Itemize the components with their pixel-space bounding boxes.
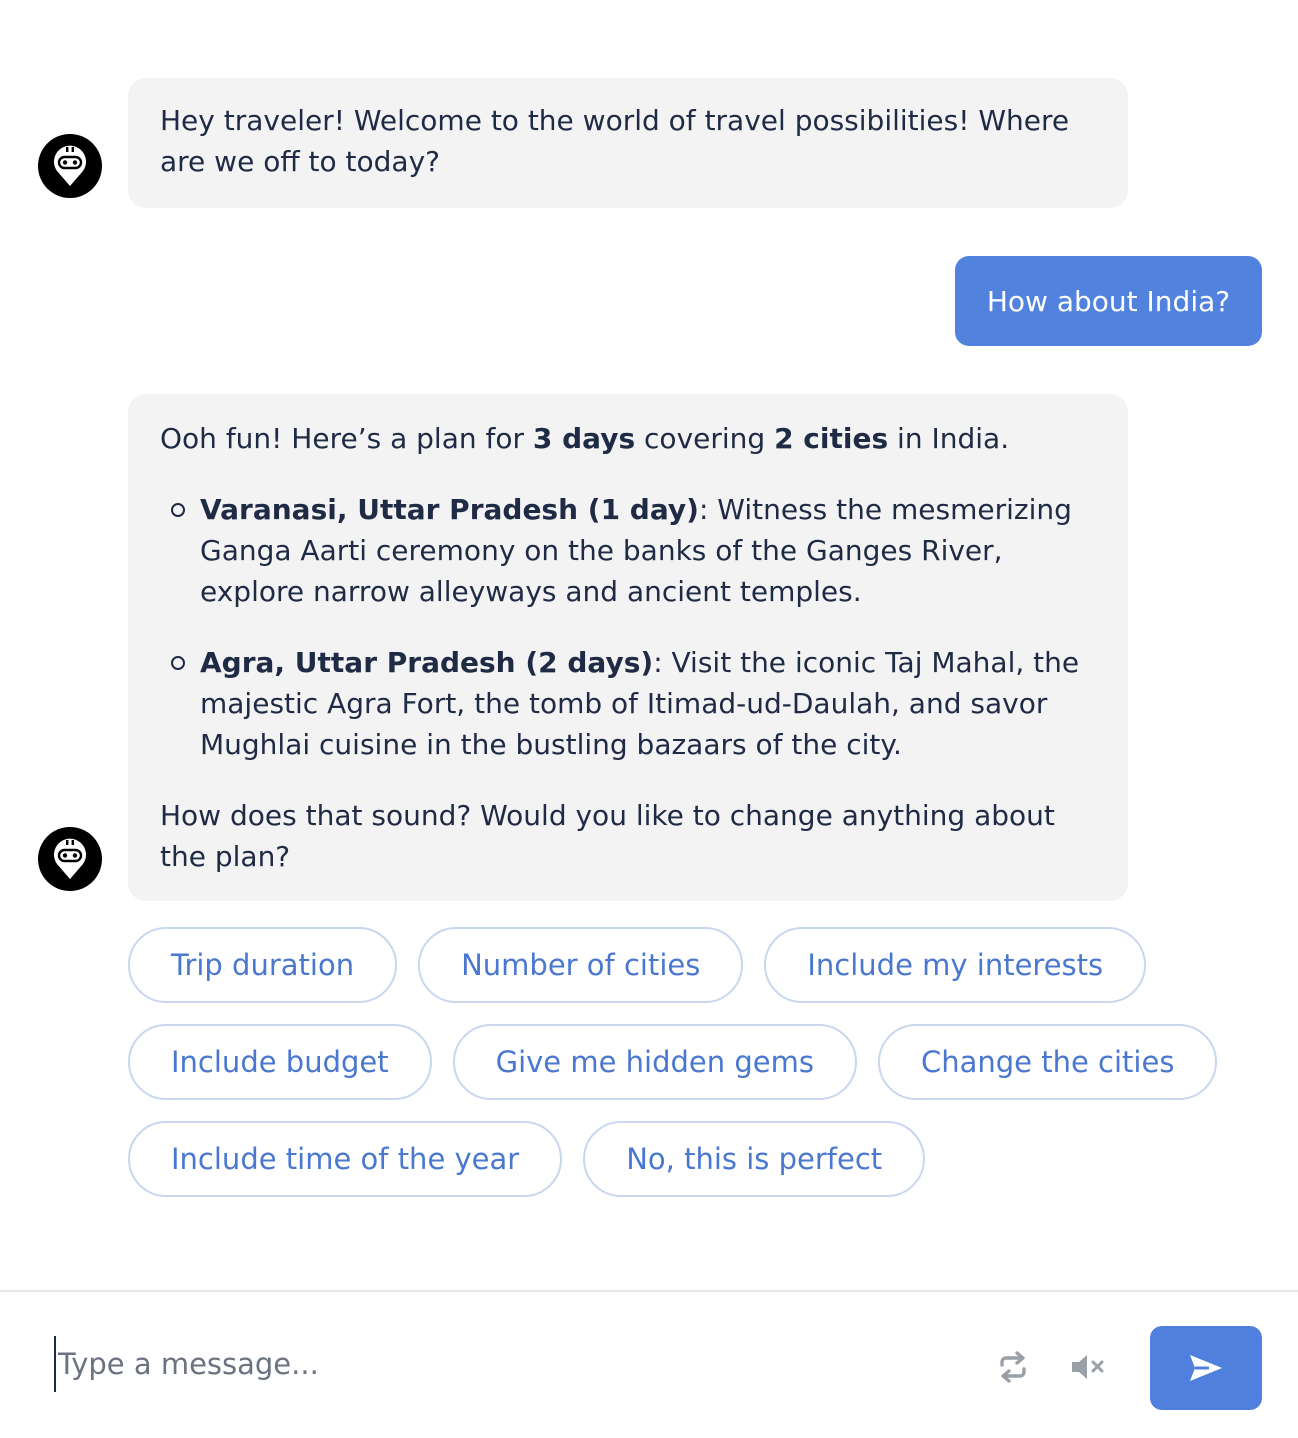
list-bullet: [171, 656, 185, 670]
plan-cities: 2 cities: [774, 422, 889, 455]
chip-change-cities[interactable]: Change the cities: [877, 1024, 1218, 1100]
chat-transcript: Hey traveler! Welcome to the world of tr…: [0, 0, 1298, 1290]
bot-avatar: [38, 134, 102, 198]
mute-icon: [1072, 1355, 1104, 1379]
refresh-button[interactable]: [991, 1345, 1035, 1389]
chip-row: Trip duration Number of cities Include m…: [128, 927, 1188, 1003]
plan-closing: How does that sound? Would you like to c…: [160, 799, 1055, 873]
greeting-text: Hey traveler! Welcome to the world of tr…: [160, 104, 1070, 178]
bot-message-greeting: Hey traveler! Welcome to the world of tr…: [128, 78, 1128, 208]
plan-item-title: Agra, Uttar Pradesh (2 days): [200, 646, 654, 679]
chip-trip-duration[interactable]: Trip duration: [128, 927, 398, 1003]
user-message: How about India?: [955, 256, 1262, 346]
chip-row: Include budget Give me hidden gems Chang…: [128, 1024, 1218, 1100]
robot-pin-icon: [54, 838, 86, 879]
send-button[interactable]: [1150, 1326, 1262, 1410]
robot-pin-icon: [54, 145, 86, 186]
chip-include-budget[interactable]: Include budget: [128, 1024, 432, 1100]
mute-button[interactable]: [1066, 1345, 1110, 1389]
suggestion-chips: Trip duration Number of cities Include m…: [128, 927, 1218, 1218]
plan-list: Varanasi, Uttar Pradesh (1 day): Witness…: [160, 489, 1096, 765]
message-input[interactable]: [54, 1336, 938, 1392]
bot-message-plan: Ooh fun! Here’s a plan for 3 days coveri…: [128, 394, 1128, 901]
chip-hidden-gems[interactable]: Give me hidden gems: [452, 1024, 857, 1100]
chip-time-of-year[interactable]: Include time of the year: [128, 1121, 563, 1197]
plan-intro: Ooh fun! Here’s a plan for 3 days coveri…: [160, 422, 1010, 455]
chip-number-of-cities[interactable]: Number of cities: [418, 927, 744, 1003]
bot-avatar: [38, 827, 102, 891]
user-message-text: How about India?: [986, 284, 1231, 318]
plan-item-title: Varanasi, Uttar Pradesh (1 day): [200, 493, 699, 526]
message-composer: [0, 1290, 1298, 1438]
list-bullet: [171, 503, 185, 517]
refresh-icon: [1000, 1351, 1026, 1383]
plan-days: 3 days: [532, 422, 636, 455]
plan-item-varanasi: Varanasi, Uttar Pradesh (1 day): Witness…: [171, 489, 1096, 612]
chip-row: Include time of the year No, this is per…: [128, 1121, 1188, 1197]
plan-item-agra: Agra, Uttar Pradesh (2 days): Visit the …: [171, 642, 1096, 765]
chip-include-interests[interactable]: Include my interests: [764, 927, 1147, 1003]
send-icon: [1190, 1355, 1222, 1381]
chip-perfect[interactable]: No, this is perfect: [583, 1121, 926, 1197]
